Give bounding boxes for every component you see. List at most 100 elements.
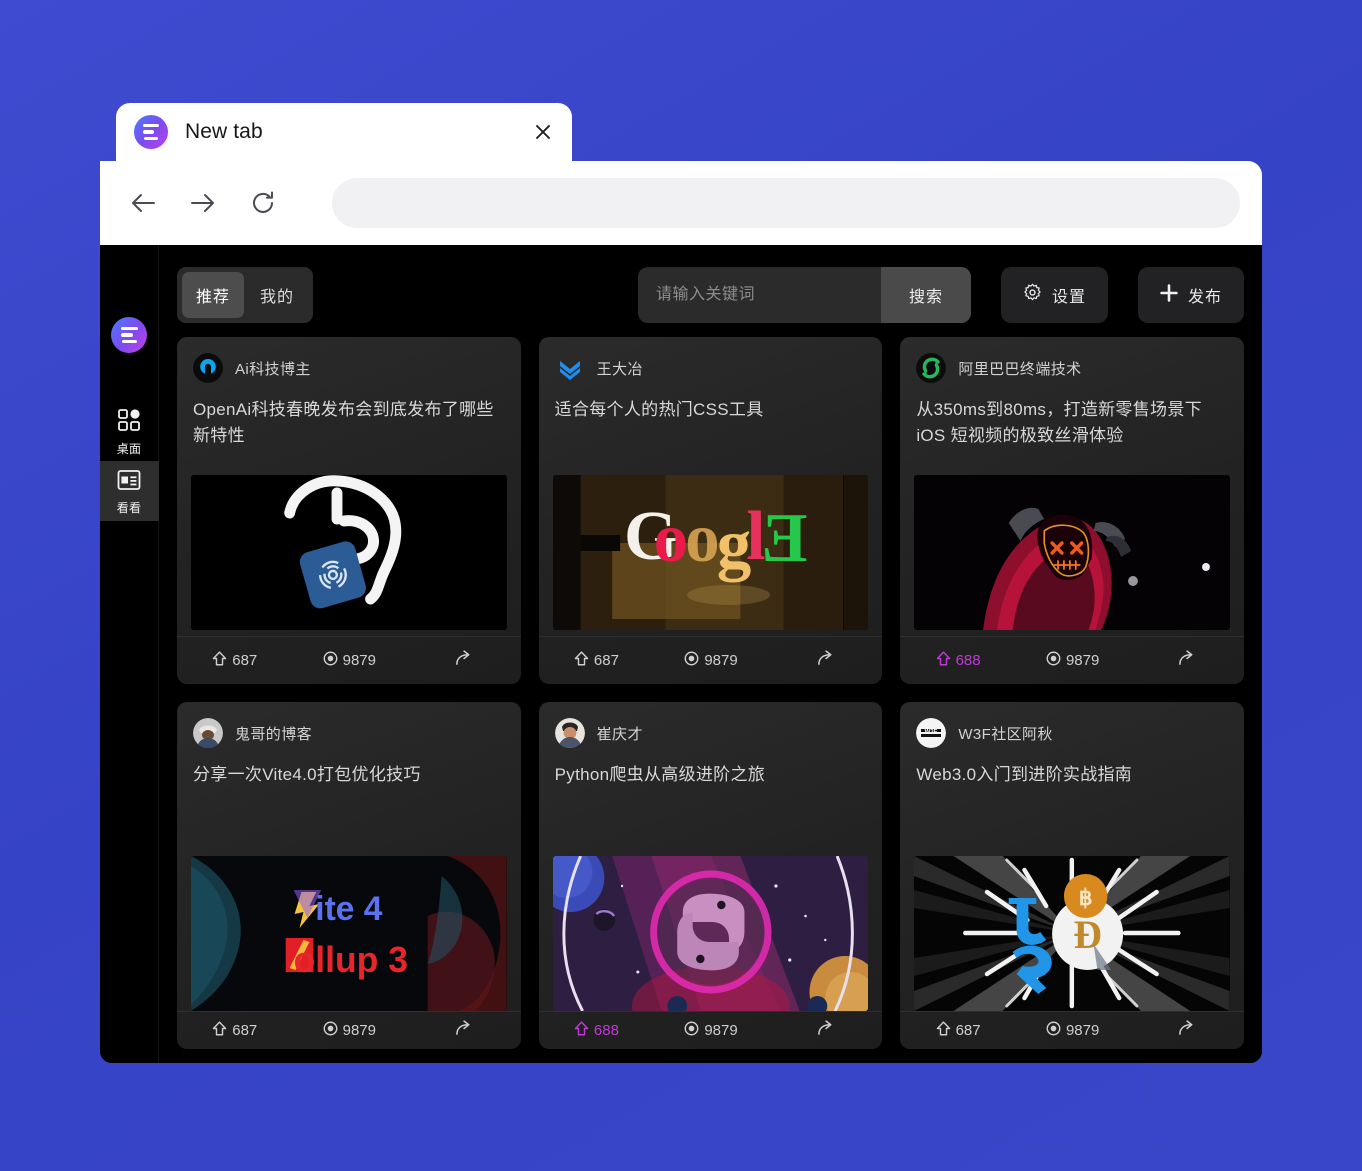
share-arrow-icon [816,650,835,671]
publish-button[interactable]: 发布 [1137,267,1244,323]
openai-head-illustration [191,475,507,630]
eye-icon [322,1020,339,1041]
like-button[interactable]: 687 [539,650,654,671]
feed-card[interactable]: W3F W3F社区阿秋 Web3.0入门到进阶实战指南 ฿ Ð 687 9879 [900,702,1244,1049]
openai-logo-avatar [193,353,223,383]
google-neon-sign: G o o g l E [552,475,869,630]
photo-avatar-ghost [193,718,223,748]
settings-button[interactable]: 设置 [1000,267,1108,323]
card-header: 鬼哥的博客 [177,702,521,748]
search-button[interactable]: 搜索 [880,267,971,323]
search-input[interactable] [637,267,881,323]
app-logo-icon[interactable] [111,317,147,353]
card-header: 王大冶 [539,337,883,383]
publish-label: 发布 [1187,289,1222,306]
hooded-mask-figure [914,475,1230,630]
share-button[interactable] [406,650,521,671]
toolbar-right-group: 搜索 设置 [637,267,1244,323]
gear-icon [1023,283,1042,307]
like-button[interactable]: 687 [177,1020,292,1041]
card-header: Ai科技博主 [177,337,521,383]
share-button[interactable] [1129,1020,1244,1041]
view-count: 9879 [1065,652,1100,669]
browser-nav-bar [100,161,1262,245]
svg-text:ollup 3: ollup 3 [294,940,408,980]
forward-arrow-icon[interactable] [186,186,220,220]
card-author: 阿里巴巴终端技术 [958,360,1082,378]
sidebar-item-look[interactable]: 看看 [100,461,159,521]
like-button[interactable]: 688 [900,650,1015,671]
share-button[interactable] [406,1020,521,1041]
view-count: 9879 [342,1022,376,1039]
like-count: 687 [232,1022,258,1039]
card-footer: 687 9879 [538,636,883,684]
feed-card[interactable]: 鬼哥的博客 分享一次Vite4.0打包优化技巧 ite 4 ollup 3 68… [177,702,521,1049]
crypto-tunnel-logos: ฿ Ð [914,856,1230,1011]
svg-text:W3F: W3F [925,730,938,736]
back-arrow-icon[interactable] [126,186,160,220]
card-footer: 688 9879 [538,1011,883,1049]
card-title: 适合每个人的热门CSS工具 [554,400,764,419]
card-title: OpenAi科技春晚发布会到底发布了哪些新特性 [193,400,494,446]
sidebar-item-desktop[interactable]: 桌面 [100,401,159,461]
like-button[interactable]: 687 [900,1020,1015,1041]
view-count-cell: 9879 [653,1020,768,1041]
view-count: 9879 [1065,1022,1100,1039]
svg-text:E: E [761,500,807,578]
view-count: 9879 [704,652,738,669]
card-author: 鬼哥的博客 [235,725,313,743]
alibaba-green-avatar [916,353,947,383]
card-footer: 687 9879 [177,636,521,684]
upvote-arrow-icon [573,1020,590,1041]
card-header: 崔庆才 [539,702,883,748]
eye-icon [1045,650,1062,671]
share-button[interactable] [1129,650,1244,671]
card-author: 崔庆才 [596,725,643,743]
w3f-white-avatar: W3F [916,718,947,748]
browser-tab[interactable]: New tab [116,103,572,161]
card-author: W3F社区阿秋 [958,725,1053,743]
svg-text:ite 4: ite 4 [315,890,382,928]
view-count-cell: 9879 [292,650,407,671]
layout-panel-icon [117,469,141,496]
feed-card[interactable]: Ai科技博主 OpenAi科技春晚发布会到底发布了哪些新特性 687 9879 [177,337,521,684]
share-arrow-icon [816,1020,835,1041]
reload-icon[interactable] [246,186,280,220]
upvote-arrow-icon [573,650,590,671]
app-viewport: 桌面 看看 推荐 我的 请输入关键词 搜索 设置 发布 Ai科技博主 OpenA… [100,245,1262,1063]
view-count-cell: 9879 [1015,650,1130,671]
share-button[interactable] [768,650,883,671]
feed-card[interactable]: 王大冶 适合每个人的热门CSS工具 G o o g l E 687 9879 [538,337,883,684]
share-arrow-icon [1177,1020,1196,1041]
share-button[interactable] [768,1020,883,1041]
like-count: 687 [232,652,258,669]
card-header: 阿里巴巴终端技术 [900,337,1244,383]
share-arrow-icon [454,1020,473,1041]
like-count: 688 [955,652,981,669]
feed-card[interactable]: 崔庆才 Python爬虫从高级进阶之旅 688 9879 [538,702,883,1049]
like-count: 688 [593,1022,619,1039]
like-button[interactable]: 688 [539,1020,654,1041]
tab-mine[interactable]: 我的 [246,272,308,318]
browser-window: New tab 桌面 看看 推荐 我的 请输入关键词 搜索 设置 发布 Ai科技… [100,103,1262,1063]
tab-recommended[interactable]: 推荐 [182,272,245,318]
view-count-cell: 9879 [653,650,768,671]
settings-label: 设置 [1051,289,1086,306]
close-icon[interactable] [528,117,558,147]
card-title: Web3.0入门到进阶实战指南 [916,765,1133,784]
eye-icon [683,1020,700,1041]
url-input[interactable] [332,178,1240,228]
plus-icon [1160,283,1178,307]
feed-tab-group: 推荐 我的 [177,267,314,323]
card-footer: 688 9879 [900,636,1244,684]
view-count-cell: 9879 [292,1020,407,1041]
feed-card[interactable]: 阿里巴巴终端技术 从350ms到80ms，打造新零售场景下 iOS 短视频的极致… [900,337,1244,684]
vite4-rollup3-banner: ite 4 ollup 3 [191,856,507,1011]
tab-title: New tab [185,120,263,143]
like-button[interactable]: 687 [177,650,292,671]
eye-icon [683,650,700,671]
upvote-arrow-icon [211,650,228,671]
view-count-cell: 9879 [1015,1020,1130,1041]
card-footer: 687 9879 [900,1011,1244,1049]
app-logo-icon [134,115,168,149]
